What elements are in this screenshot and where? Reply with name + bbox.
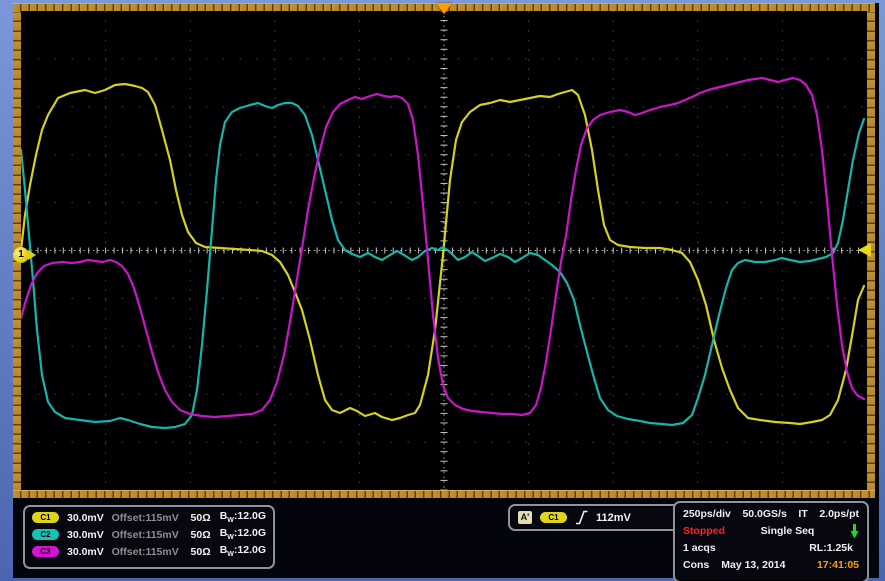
trigger-level-arrow-icon[interactable] — [858, 243, 871, 257]
acquisition-count-row: 1 acqs RL:1.25k — [675, 539, 867, 556]
channel1-bandwidth: BW:12.0G — [220, 510, 266, 524]
channel1-badge[interactable]: C1 — [32, 512, 59, 523]
graticule-area — [21, 11, 867, 490]
channel2-offset: Offset:115mV — [112, 529, 191, 541]
date-value: May 13, 2014 — [721, 559, 785, 571]
channel1-scale: 30.0mV — [67, 512, 112, 524]
channel3-badge[interactable]: C3 — [32, 546, 59, 557]
channel1-offset: Offset:115mV — [112, 512, 191, 524]
channel2-bandwidth: BW:12.0G — [220, 527, 266, 541]
trigger-system-badge: A' — [518, 511, 532, 524]
channel3-readout[interactable]: C3 30.0mV Offset:115mV 50Ω BW:12.0G — [25, 543, 273, 560]
sample-rate-value: 50.0GS/s — [742, 508, 786, 520]
channel2-readout[interactable]: C2 30.0mV Offset:115mV 50Ω BW:12.0G — [25, 526, 273, 543]
trigger-readout-box[interactable]: A' C1 112mV — [508, 504, 690, 531]
cons-label: Cons — [683, 559, 709, 571]
trigger-position-marker-icon[interactable] — [436, 3, 452, 14]
channel1-marker-label: 1 — [13, 247, 29, 263]
channel1-termination: 50Ω — [191, 512, 220, 524]
channel3-scale: 30.0mV — [67, 546, 112, 558]
record-length: RL:1.25k — [809, 542, 859, 554]
channel3-offset: Offset:115mV — [112, 546, 191, 558]
channel-settings-box: C1 30.0mV Offset:115mV 50Ω BW:12.0G C2 3… — [23, 505, 275, 569]
resolution-value: 2.0ps/pt — [819, 508, 859, 520]
channel3-termination: 50Ω — [191, 546, 220, 558]
channel1-position-marker[interactable]: 1 — [13, 247, 39, 264]
timebase-value: 250ps/div — [683, 508, 731, 520]
channel3-bandwidth: BW:12.0G — [220, 544, 266, 558]
acquisition-readout-box[interactable]: 250ps/div 50.0GS/s IT 2.0ps/pt Stopped S… — [673, 501, 869, 581]
datetime-row: Cons May 13, 2014 17:41:05 — [675, 556, 867, 573]
waveform-display — [21, 11, 867, 490]
sequence-mode: Single Seq — [761, 525, 815, 537]
channel-1-trace — [21, 84, 864, 424]
acquisition-count: 1 acqs — [683, 542, 716, 554]
green-arrow-down-icon — [850, 523, 859, 539]
rising-edge-icon — [575, 510, 588, 525]
scope-screen: 1 C1 30.0mV Offset:115mV 50Ω BW:12.0G C2… — [13, 3, 879, 578]
channel2-termination: 50Ω — [191, 529, 220, 541]
sampling-mode: IT — [798, 508, 807, 520]
channel1-marker-arrow-icon — [28, 250, 36, 260]
acquisition-status-row: Stopped Single Seq — [675, 522, 867, 539]
trigger-level-value: 112mV — [596, 512, 631, 524]
oscilloscope-window: 1 C1 30.0mV Offset:115mV 50Ω BW:12.0G C2… — [0, 0, 885, 581]
trigger-source-badge: C1 — [540, 512, 567, 523]
readout-panel: C1 30.0mV Offset:115mV 50Ω BW:12.0G C2 3… — [13, 498, 879, 578]
channel1-readout[interactable]: C1 30.0mV Offset:115mV 50Ω BW:12.0G — [25, 509, 273, 526]
channel2-scale: 30.0mV — [67, 529, 112, 541]
horizontal-readout-row: 250ps/div 50.0GS/s IT 2.0ps/pt — [675, 505, 867, 522]
acquisition-status: Stopped — [683, 525, 725, 537]
clock-value: 17:41:05 — [817, 559, 859, 571]
channel2-badge[interactable]: C2 — [32, 529, 59, 540]
